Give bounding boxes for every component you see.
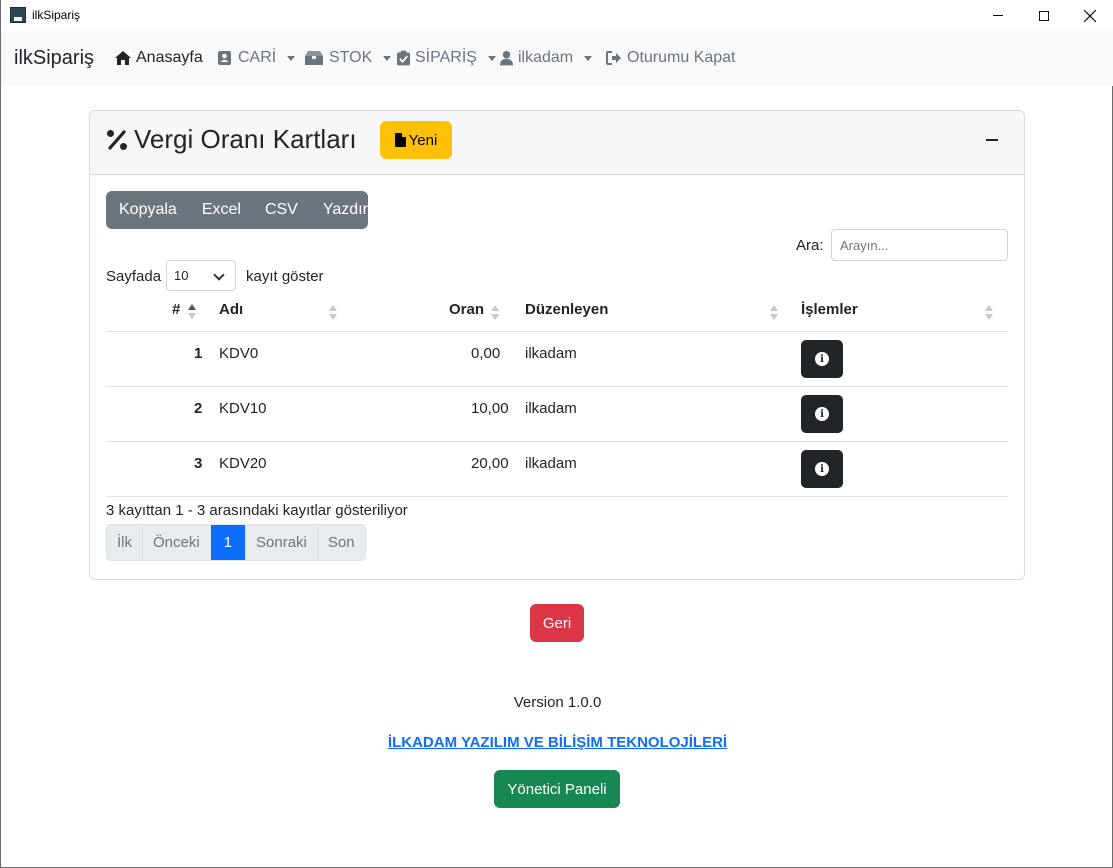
nav-home[interactable]: Anasayfa [115, 49, 203, 67]
nav-user-label: ilkadam [518, 49, 574, 66]
company-link[interactable]: İLKADAM YAZILIM VE BİLİŞİM TEKNOLOJİLERİ [1, 734, 1113, 751]
card-header: Vergi Oranı Kartları Yeni [90, 111, 1024, 175]
page-previous[interactable]: Önceki [143, 525, 211, 560]
pagination: İlk Önceki 1 Sonraki Son [106, 524, 366, 561]
chevron-down-icon [487, 55, 496, 61]
chevron-down-icon [383, 55, 392, 61]
sort-asc-icon [188, 304, 196, 320]
clipboard-check-icon [397, 50, 410, 66]
length-prefix: Sayfada [106, 268, 162, 285]
row-number: 1 [194, 345, 203, 362]
row-rate: 20,00 [471, 455, 509, 472]
column-header-actions[interactable]: İşlemler [801, 301, 858, 331]
nav-stok[interactable]: STOK [304, 49, 392, 67]
row-name: KDV10 [219, 400, 267, 417]
close-icon [1084, 9, 1096, 22]
chevron-down-icon [584, 55, 593, 61]
row-divider [106, 386, 1008, 387]
nav-logout-label: Oturumu Kapat [627, 49, 736, 66]
table-header-divider [106, 331, 1008, 332]
table-info: 3 kayıttan 1 - 3 arasındaki kayıtlar gös… [106, 502, 408, 519]
admin-panel-button[interactable]: Yönetici Paneli [494, 770, 620, 808]
minimize-icon [993, 15, 1003, 16]
row-number: 3 [194, 455, 203, 472]
page-current[interactable]: 1 [210, 525, 247, 560]
percent-icon [107, 130, 127, 150]
print-button[interactable]: Yazdır [323, 191, 368, 229]
title-bar: ilkSipariş [1, 0, 1113, 31]
excel-button[interactable]: Excel [202, 191, 241, 229]
nav-user[interactable]: ilkadam [500, 49, 593, 67]
sort-icon [491, 305, 499, 321]
row-rate: 0,00 [471, 345, 501, 362]
info-icon: i [815, 407, 829, 421]
minimize-button[interactable] [975, 0, 1021, 31]
info-icon: i [815, 462, 829, 476]
tax-rate-card: Vergi Oranı Kartları Yeni Kopyala Excel … [89, 110, 1025, 580]
column-header-rate[interactable]: Oran [449, 301, 484, 331]
navbar-brand[interactable]: ilkSipariş [14, 47, 94, 70]
app-icon [10, 7, 26, 23]
export-button-group: Kopyala Excel CSV Yazdır [106, 191, 368, 229]
collapse-button[interactable] [986, 139, 998, 141]
row-number: 2 [194, 400, 203, 417]
row-rate: 10,00 [471, 400, 509, 417]
row-editor: ilkadam [525, 345, 577, 362]
page-length-value: 10 [174, 268, 189, 283]
csv-button[interactable]: CSV [265, 191, 298, 229]
info-button[interactable]: i [801, 450, 843, 488]
navbar: ilkSipariş Anasayfa CARİ STOK SİPARİŞ il… [1, 31, 1113, 86]
address-card-icon [218, 51, 231, 65]
column-header-no[interactable]: # [172, 301, 180, 331]
maximize-icon [1039, 10, 1049, 21]
page-last[interactable]: Son [317, 525, 365, 560]
nav-cari[interactable]: CARİ [217, 49, 296, 67]
row-divider [106, 496, 1008, 497]
search-input[interactable] [831, 229, 1008, 261]
column-header-editor[interactable]: Düzenleyen [525, 301, 608, 331]
nav-logout[interactable]: Oturumu Kapat [606, 49, 736, 67]
info-button[interactable]: i [801, 340, 843, 378]
copy-button[interactable]: Kopyala [119, 191, 177, 229]
window-title: ilkSipariş [32, 8, 81, 22]
row-divider [106, 441, 1008, 442]
sort-icon [770, 305, 778, 321]
sort-icon [985, 305, 993, 321]
nav-siparis-label: SİPARİŞ [415, 49, 477, 66]
search-label: Ara: [796, 237, 824, 254]
row-name: KDV20 [219, 455, 267, 472]
nav-cari-label: CARİ [238, 49, 277, 66]
file-icon [394, 133, 406, 147]
row-editor: ilkadam [525, 455, 577, 472]
home-icon [115, 51, 131, 65]
page-next[interactable]: Sonraki [246, 525, 318, 560]
nav-home-label: Anasayfa [136, 49, 203, 66]
sign-out-icon [606, 51, 621, 65]
back-button[interactable]: Geri [530, 604, 584, 642]
sort-icon [329, 305, 337, 321]
length-suffix: kayıt göster [246, 268, 324, 285]
boxes-icon [305, 51, 323, 65]
nav-siparis[interactable]: SİPARİŞ [397, 49, 496, 67]
version-text: Version 1.0.0 [513, 694, 602, 711]
chevron-down-icon [287, 55, 296, 61]
app-window: ilkSipariş ilkSipariş Anasayfa CARİ STOK… [0, 0, 1113, 868]
row-editor: ilkadam [525, 400, 577, 417]
user-icon [500, 51, 513, 66]
chevron-down-icon [213, 269, 225, 281]
nav-stok-label: STOK [329, 49, 373, 66]
card-title: Vergi Oranı Kartları [134, 124, 357, 154]
new-button-label: Yeni [408, 131, 438, 149]
column-header-name[interactable]: Adı [219, 301, 243, 331]
maximize-button[interactable] [1021, 0, 1067, 31]
info-icon: i [815, 352, 829, 366]
page-length-select[interactable]: 10 [166, 260, 236, 291]
page-first[interactable]: İlk [107, 525, 143, 560]
new-button[interactable]: Yeni [380, 121, 452, 159]
close-button[interactable] [1067, 0, 1113, 31]
info-button[interactable]: i [801, 395, 843, 433]
row-name: KDV0 [219, 345, 259, 362]
